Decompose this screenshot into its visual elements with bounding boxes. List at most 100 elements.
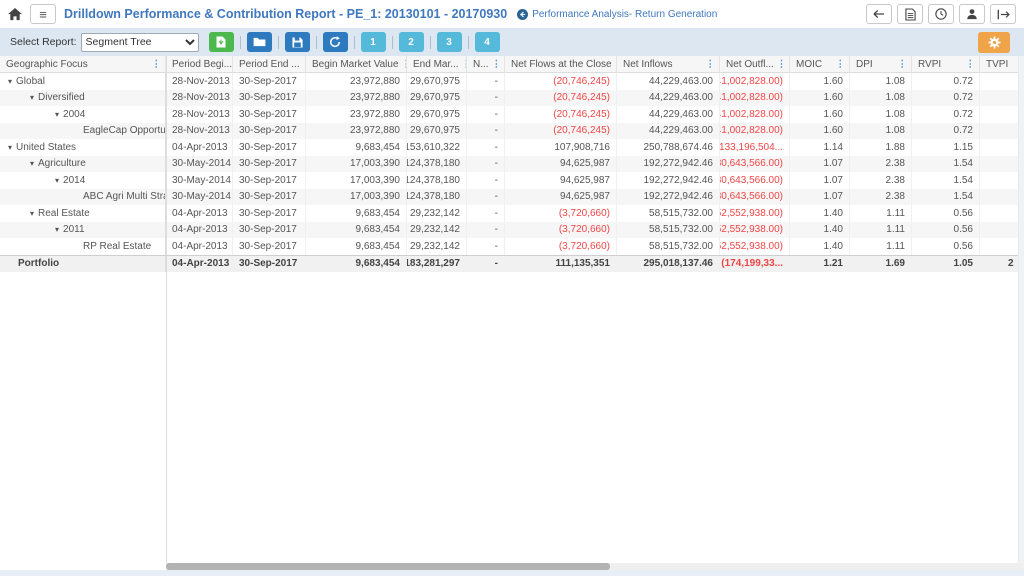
hamburger-menu-button[interactable]: ≡ bbox=[30, 4, 56, 24]
column-menu-icon[interactable]: ⋮ bbox=[152, 59, 162, 70]
save-button[interactable] bbox=[285, 32, 310, 52]
cell-moic: 1.07 bbox=[790, 172, 850, 189]
vertical-scrollbar[interactable] bbox=[1018, 56, 1024, 563]
cell-begin_mv: 17,003,390 bbox=[306, 189, 407, 206]
tree-expand-icon[interactable]: ▾ bbox=[55, 225, 59, 234]
column-menu-icon[interactable]: ⋮ bbox=[966, 59, 976, 70]
breadcrumb-label: Performance Analysis- Return Generation bbox=[532, 9, 717, 20]
history-button[interactable] bbox=[928, 4, 954, 24]
tree-row[interactable]: ▾201430-May-201430-Sep-201717,003,390124… bbox=[0, 172, 1024, 189]
cell-period_begin: 30-May-2014 bbox=[166, 172, 233, 189]
page-title: Drilldown Performance & Contribution Rep… bbox=[64, 7, 507, 21]
tree-expand-icon[interactable]: ▾ bbox=[30, 209, 34, 218]
bottom-strip bbox=[0, 570, 1024, 576]
col-header-dpi[interactable]: DPI⋮ bbox=[850, 56, 912, 73]
horizontal-scrollbar-track[interactable] bbox=[166, 563, 1024, 570]
cell-net_inflows: 192,272,942.46 bbox=[617, 189, 720, 206]
circle-arrow-icon bbox=[517, 9, 528, 20]
col-header-end_mv[interactable]: End Mar...⋮ bbox=[407, 56, 467, 73]
cell-dpi: 1.08 bbox=[850, 73, 912, 90]
cell-n: - bbox=[467, 222, 505, 239]
column-menu-icon[interactable]: ⋮ bbox=[898, 59, 908, 70]
tree-row[interactable]: ▾201104-Apr-201330-Sep-20179,683,45429,2… bbox=[0, 222, 1024, 239]
user-button[interactable] bbox=[959, 4, 985, 24]
col-header-net_outflows[interactable]: Net Outfl...⋮ bbox=[720, 56, 790, 73]
portfolio-total-row[interactable]: Portfolio04-Apr-201330-Sep-20179,683,454… bbox=[0, 255, 1024, 273]
cell-period_end: 30-Sep-2017 bbox=[233, 172, 306, 189]
tree-row[interactable]: ▾Global28-Nov-201330-Sep-201723,972,8802… bbox=[0, 73, 1024, 90]
tree-expand-icon[interactable]: ▾ bbox=[55, 110, 59, 119]
cell-end_mv: 29,232,142 bbox=[407, 238, 467, 255]
tree-expand-icon[interactable]: ▾ bbox=[30, 159, 34, 168]
horizontal-scrollbar-thumb[interactable] bbox=[166, 563, 610, 570]
cell-rvpi: 0.72 bbox=[912, 90, 980, 107]
settings-button[interactable] bbox=[978, 32, 1010, 53]
cell-end_mv: 29,670,975 bbox=[407, 106, 467, 123]
tree-expand-icon[interactable]: ▾ bbox=[8, 77, 12, 86]
cell-rvpi: 1.54 bbox=[912, 189, 980, 206]
tree-expand-icon[interactable]: ▾ bbox=[55, 176, 59, 185]
cell-moic: 1.60 bbox=[790, 106, 850, 123]
col-header-begin_mv[interactable]: Begin Market Value⋮ bbox=[306, 56, 407, 73]
col-header-label: Geographic Focus bbox=[6, 59, 88, 70]
col-header-period_end[interactable]: Period End ...⋮ bbox=[233, 56, 306, 73]
cell-dpi: 2.38 bbox=[850, 189, 912, 206]
cell-end_mv: 153,610,322 bbox=[407, 139, 467, 156]
cell-rvpi: 0.56 bbox=[912, 222, 980, 239]
frozen-column-divider bbox=[166, 56, 167, 563]
page-button-3[interactable]: 3 bbox=[437, 32, 462, 52]
tree-row[interactable]: ABC Agri Multi Strategy30-May-201430-Sep… bbox=[0, 189, 1024, 206]
col-header-net_inflows[interactable]: Net Inflows⋮ bbox=[617, 56, 720, 73]
row-label: Agriculture bbox=[38, 158, 86, 169]
cell-n: - bbox=[467, 238, 505, 255]
column-menu-icon[interactable]: ⋮ bbox=[777, 59, 787, 70]
user-icon bbox=[966, 8, 978, 20]
report-select[interactable]: Segment Tree bbox=[81, 33, 199, 52]
col-header-moic[interactable]: MOIC⋮ bbox=[790, 56, 850, 73]
page-button-4[interactable]: 4 bbox=[475, 32, 500, 52]
tree-row[interactable]: RP Real Estate04-Apr-201330-Sep-20179,68… bbox=[0, 238, 1024, 255]
cell-begin_mv: 23,972,880 bbox=[306, 90, 407, 107]
tree-expand-icon[interactable]: ▾ bbox=[8, 143, 12, 152]
col-header-period_begin[interactable]: Period Begi...⋮ bbox=[166, 56, 233, 73]
export-button[interactable] bbox=[209, 32, 234, 52]
cell-begin_mv: 9,683,454 bbox=[306, 238, 407, 255]
col-header-net_flows[interactable]: Net Flows at the Close⋮ bbox=[505, 56, 617, 73]
open-report-button[interactable] bbox=[247, 32, 272, 52]
tree-row[interactable]: ▾United States04-Apr-201330-Sep-20179,68… bbox=[0, 139, 1024, 156]
column-menu-icon[interactable]: ⋮ bbox=[492, 59, 502, 70]
drilldown-grid: Geographic Focus⋮Period Begi...⋮Period E… bbox=[0, 56, 1024, 576]
tree-row[interactable]: ▾200428-Nov-201330-Sep-201723,972,88029,… bbox=[0, 106, 1024, 123]
page-button-1[interactable]: 1 bbox=[361, 32, 386, 52]
report-file-button[interactable] bbox=[897, 4, 923, 24]
refresh-button[interactable] bbox=[323, 32, 348, 52]
cell-net_inflows: 44,229,463.00 bbox=[617, 90, 720, 107]
cell-n: - bbox=[467, 139, 505, 156]
cell-period_begin: 30-May-2014 bbox=[166, 156, 233, 173]
folder-open-icon bbox=[253, 37, 266, 47]
tree-row[interactable]: ▾Agriculture30-May-201430-Sep-201717,003… bbox=[0, 156, 1024, 173]
hamburger-icon: ≡ bbox=[39, 8, 47, 21]
column-menu-icon[interactable]: ⋮ bbox=[706, 59, 716, 70]
col-header-n[interactable]: N...⋮ bbox=[467, 56, 505, 73]
cell-end_mv: 29,670,975 bbox=[407, 73, 467, 90]
back-button[interactable] bbox=[866, 4, 892, 24]
page-button-2[interactable]: 2 bbox=[399, 32, 424, 52]
home-button[interactable] bbox=[8, 8, 22, 21]
tree-expand-icon[interactable]: ▾ bbox=[30, 93, 34, 102]
tree-row[interactable]: EagleCap Opportunities28-Nov-201330-Sep-… bbox=[0, 123, 1024, 140]
tree-row[interactable]: ▾Real Estate04-Apr-201330-Sep-20179,683,… bbox=[0, 205, 1024, 222]
cell-rvpi: 1.05 bbox=[912, 256, 980, 273]
cell-dpi: 1.11 bbox=[850, 222, 912, 239]
cell-dpi: 2.38 bbox=[850, 156, 912, 173]
col-header-label: Period Begi... bbox=[172, 59, 232, 70]
col-header-rvpi[interactable]: RVPI⋮ bbox=[912, 56, 980, 73]
cell-period_end: 30-Sep-2017 bbox=[233, 90, 306, 107]
cell-rvpi: 1.54 bbox=[912, 156, 980, 173]
column-menu-icon[interactable]: ⋮ bbox=[836, 59, 846, 70]
row-label: Portfolio bbox=[18, 258, 59, 269]
col-header-label[interactable]: Geographic Focus ⋮ bbox=[0, 56, 166, 73]
breadcrumb[interactable]: Performance Analysis- Return Generation bbox=[517, 9, 717, 20]
tree-row[interactable]: ▾Diversified28-Nov-201330-Sep-201723,972… bbox=[0, 90, 1024, 107]
logout-button[interactable] bbox=[990, 4, 1016, 24]
